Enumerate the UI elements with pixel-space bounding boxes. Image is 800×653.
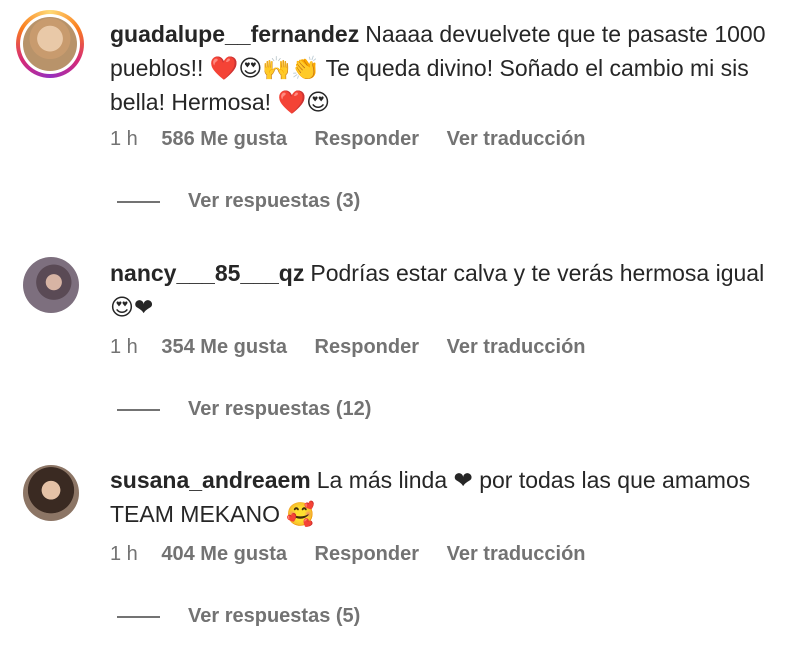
username-link[interactable]: nancy___85___qz xyxy=(110,260,304,286)
likes-count[interactable]: 586 Me gusta xyxy=(161,128,287,150)
reply-button[interactable]: Responder xyxy=(315,336,419,358)
timestamp[interactable]: 1 h xyxy=(110,128,138,150)
translate-button[interactable]: Ver traducción xyxy=(447,128,586,150)
view-replies-label[interactable]: Ver respuestas (3) xyxy=(188,190,360,213)
view-replies-label[interactable]: Ver respuestas (5) xyxy=(188,605,360,628)
view-replies-button[interactable]: Ver respuestas (5) xyxy=(117,605,360,628)
replies-divider xyxy=(117,200,160,203)
view-replies-button[interactable]: Ver respuestas (3) xyxy=(117,190,360,213)
likes-count[interactable]: 404 Me gusta xyxy=(161,543,287,565)
reply-button[interactable]: Responder xyxy=(315,543,419,565)
comment-meta: 1 h 404 Me gusta Responder Ver traducció… xyxy=(110,543,608,566)
username-link[interactable]: susana_andreaem xyxy=(110,467,311,493)
avatar[interactable] xyxy=(16,10,84,78)
comment-text: nancy___85___qz Podrías estar calva y te … xyxy=(110,256,790,324)
likes-count[interactable]: 354 Me gusta xyxy=(161,336,287,358)
timestamp[interactable]: 1 h xyxy=(110,336,138,358)
comment-text: guadalupe__fernandez Naaaa devuelvete que… xyxy=(110,17,790,119)
comment-meta: 1 h 354 Me gusta Responder Ver traducció… xyxy=(110,336,608,359)
translate-button[interactable]: Ver traducción xyxy=(447,543,586,565)
username-link[interactable]: guadalupe__fernandez xyxy=(110,21,359,47)
view-replies-button[interactable]: Ver respuestas (12) xyxy=(117,398,371,421)
reply-button[interactable]: Responder xyxy=(315,128,419,150)
comment-text: susana_andreaem La más linda ❤ por todas … xyxy=(110,463,790,531)
comment-meta: 1 h 586 Me gusta Responder Ver traducció… xyxy=(110,128,608,151)
translate-button[interactable]: Ver traducción xyxy=(447,336,586,358)
replies-divider xyxy=(117,615,160,618)
avatar[interactable] xyxy=(23,257,79,313)
timestamp[interactable]: 1 h xyxy=(110,543,138,565)
avatar[interactable] xyxy=(23,465,79,521)
view-replies-label[interactable]: Ver respuestas (12) xyxy=(188,398,371,421)
replies-divider xyxy=(117,408,160,411)
